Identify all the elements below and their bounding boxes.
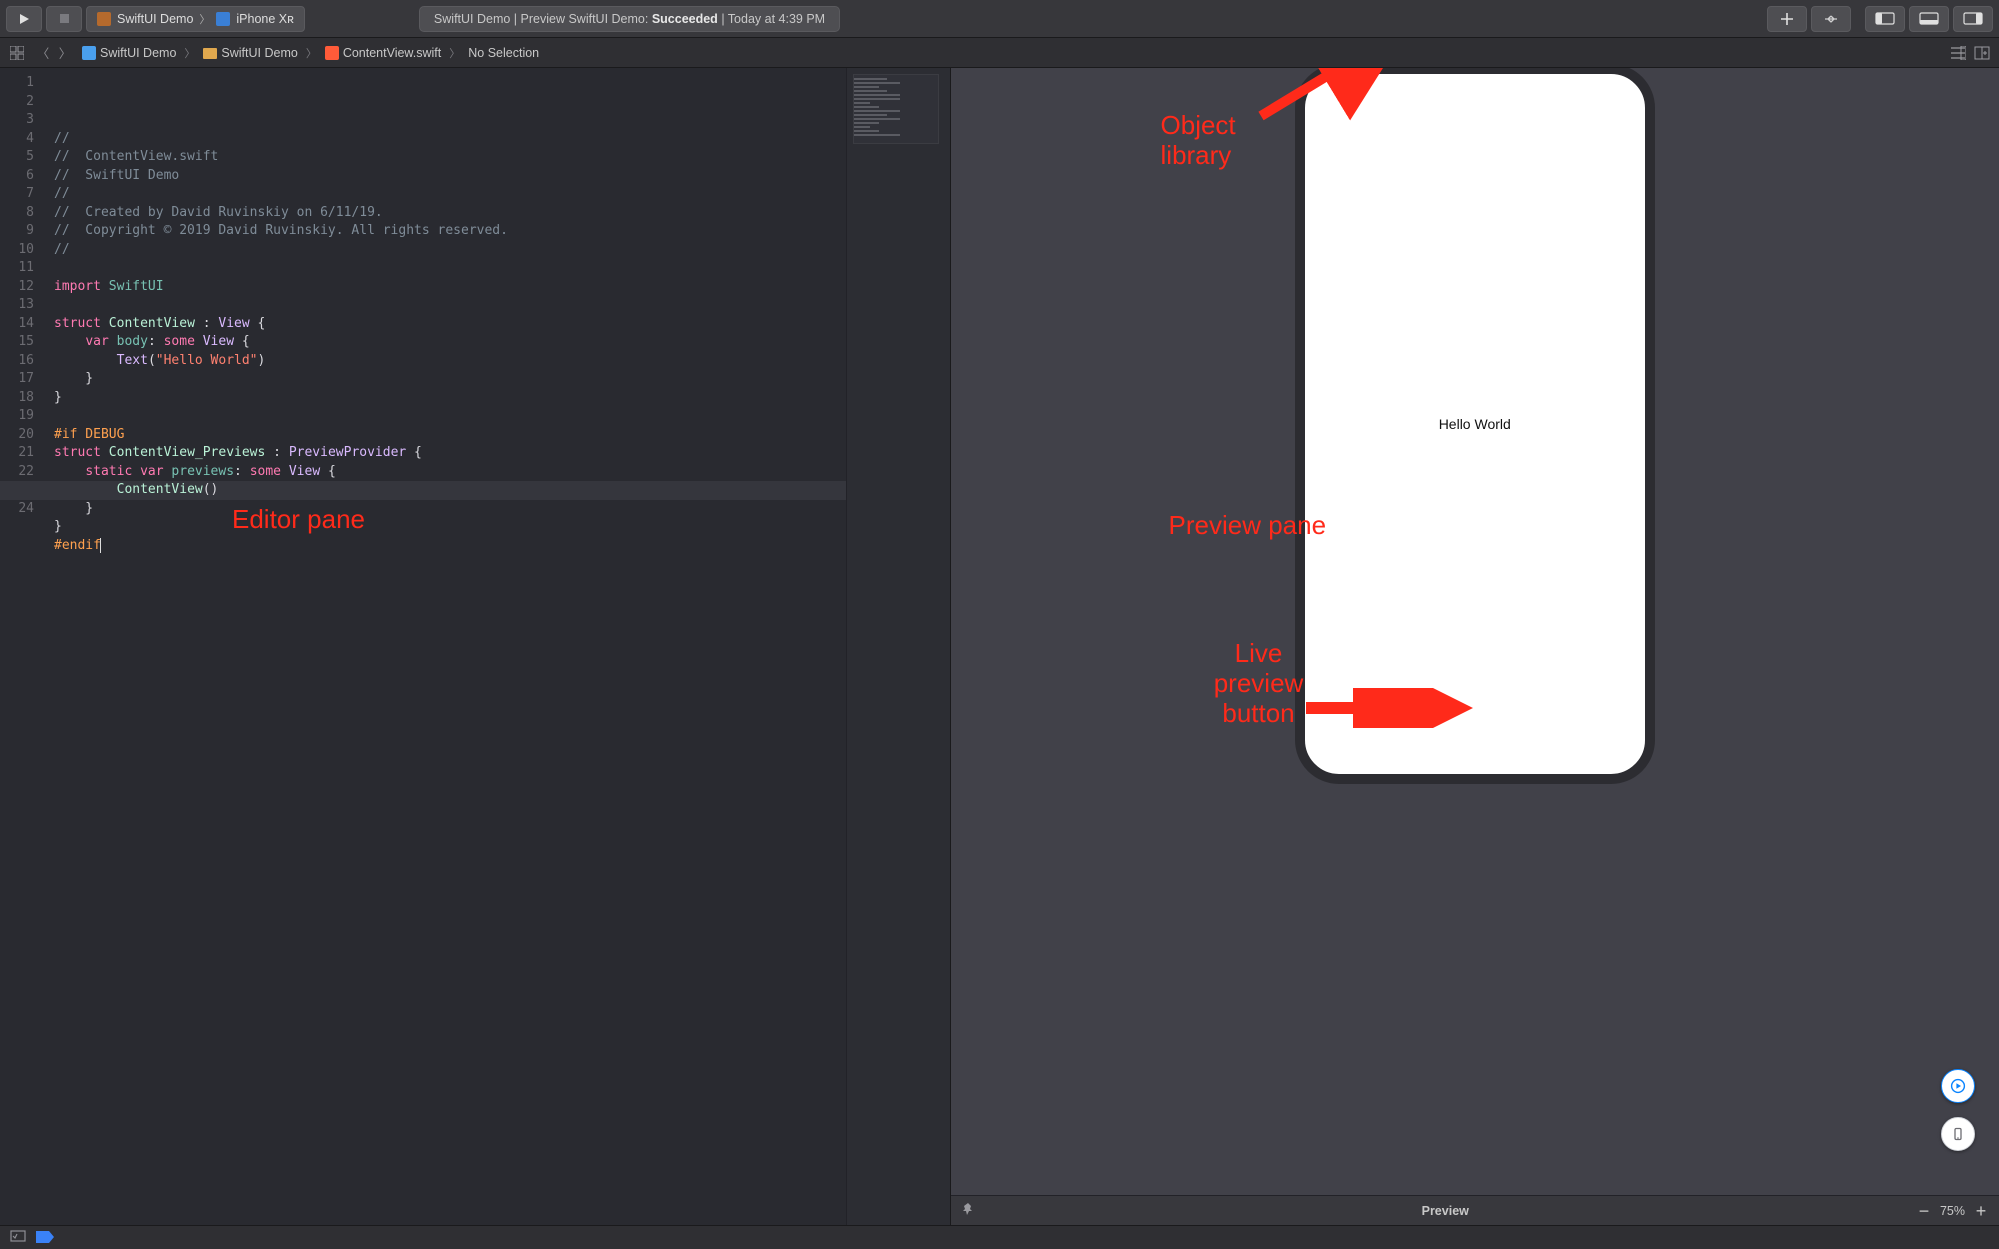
zoom-controls: − 75% + — [1916, 1204, 1989, 1218]
zoom-in-button[interactable]: + — [1973, 1204, 1989, 1218]
chevron-right-icon: 〉 — [182, 45, 197, 61]
annotation-object-library: Object library — [1161, 110, 1236, 170]
nav-forward-button[interactable]: 〉 — [54, 43, 76, 62]
bottom-bar — [0, 1225, 1999, 1249]
debug-tag-icon[interactable] — [36, 1228, 54, 1248]
add-editor-button[interactable] — [1973, 44, 1991, 62]
scheme-app-label: SwiftUI Demo — [117, 12, 193, 26]
chevron-right-icon: 〉 — [304, 45, 319, 61]
code-review-button[interactable] — [1811, 6, 1851, 32]
preview-footer: Preview − 75% + — [951, 1195, 1999, 1225]
scheme-device-label: iPhone Xʀ — [236, 12, 294, 26]
jump-bar: 〈 〉 SwiftUI Demo 〉 SwiftUI Demo 〉 Conten… — [0, 38, 1999, 68]
live-preview-button[interactable] — [1941, 1069, 1975, 1103]
nav-back-button[interactable]: 〈 — [32, 43, 54, 62]
status-suffix: | Today at 4:39 PM — [721, 12, 825, 26]
status-result: Succeeded — [652, 12, 718, 26]
toggle-debug-area-button[interactable] — [1909, 6, 1949, 32]
breadcrumb-project-label: SwiftUI Demo — [100, 46, 176, 60]
zoom-level-label: 75% — [1940, 1204, 1965, 1218]
breadcrumb-group[interactable]: SwiftUI Demo — [203, 46, 297, 60]
run-button[interactable] — [6, 6, 42, 32]
editor-options-button[interactable] — [1949, 44, 1967, 62]
toggle-navigator-button[interactable] — [1865, 6, 1905, 32]
scheme-selector[interactable]: SwiftUI Demo 〉 iPhone Xʀ — [86, 6, 305, 32]
preview-pane: Hello World Object library Preview pane — [950, 68, 1999, 1225]
breadcrumb-symbol[interactable]: No Selection — [468, 46, 539, 60]
preview-content-text: Hello World — [1439, 416, 1511, 432]
preview-canvas[interactable]: Hello World Object library Preview pane — [951, 68, 1999, 1195]
simulator-icon — [216, 12, 230, 26]
preview-device-settings-button[interactable] — [1941, 1117, 1975, 1151]
library-button[interactable] — [1767, 6, 1807, 32]
device-frame: Hello World — [1295, 68, 1655, 784]
main-split: 123456789101112131415161718192021222324 … — [0, 68, 1999, 1225]
line-gutter: 123456789101112131415161718192021222324 — [0, 68, 48, 1225]
top-toolbar: SwiftUI Demo 〉 iPhone Xʀ SwiftUI Demo | … — [0, 0, 1999, 38]
breadcrumb-file-label: ContentView.swift — [343, 46, 441, 60]
activity-status: SwiftUI Demo | Preview SwiftUI Demo: Suc… — [419, 6, 840, 32]
editor-pane: 123456789101112131415161718192021222324 … — [0, 68, 950, 1225]
chevron-right-icon: 〉 — [199, 11, 210, 27]
chevron-right-icon: 〉 — [447, 45, 462, 61]
toggle-inspectors-button[interactable] — [1953, 6, 1993, 32]
breadcrumb-group-label: SwiftUI Demo — [221, 46, 297, 60]
breadcrumb-project[interactable]: SwiftUI Demo — [82, 46, 176, 60]
preview-footer-title: Preview — [975, 1204, 1916, 1218]
app-icon — [97, 12, 111, 26]
breadcrumb-symbol-label: No Selection — [468, 46, 539, 60]
related-items-icon[interactable] — [8, 44, 26, 62]
breadcrumb-file[interactable]: ContentView.swift — [325, 46, 441, 60]
zoom-out-button[interactable]: − — [1916, 1204, 1932, 1218]
minimap-viewport — [853, 74, 939, 144]
code-editor[interactable]: // // ContentView.swift // SwiftUI Demo … — [48, 68, 846, 1225]
stop-button[interactable] — [46, 6, 82, 32]
minimap[interactable] — [846, 68, 950, 1225]
status-prefix: SwiftUI Demo | Preview SwiftUI Demo: — [434, 12, 648, 26]
pin-preview-button[interactable] — [961, 1202, 975, 1219]
toggle-breakpoints-button[interactable] — [10, 1230, 26, 1245]
